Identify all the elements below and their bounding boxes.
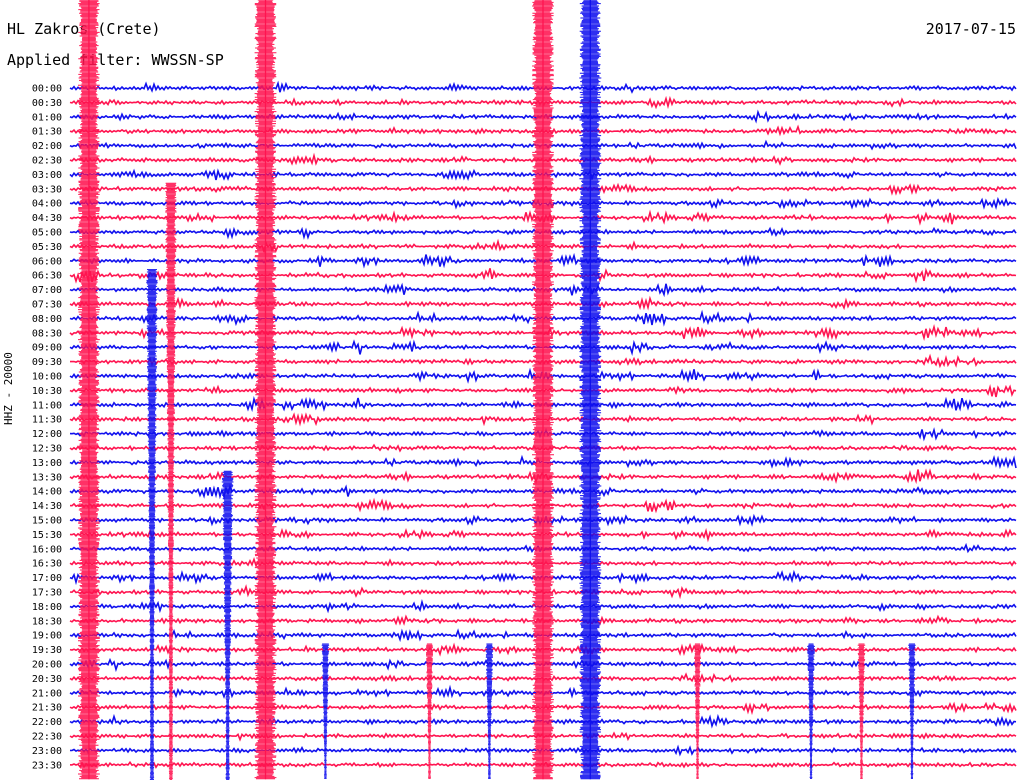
- time-tick-label: 13:00: [32, 458, 62, 469]
- time-tick-label: 21:30: [32, 703, 62, 714]
- event-waveform: [221, 470, 234, 780]
- event-waveform: [165, 182, 177, 780]
- time-tick-label: 00:30: [32, 98, 62, 109]
- time-tick-label: 08:00: [32, 314, 62, 325]
- event-waveform: [146, 269, 158, 780]
- time-tick-label: 22:30: [32, 732, 62, 743]
- time-tick-label: 12:00: [32, 429, 62, 440]
- time-tick-label: 11:30: [32, 415, 62, 426]
- time-tick-label: 17:30: [32, 588, 62, 599]
- time-tick-label: 15:00: [32, 516, 62, 527]
- event-waveform: [857, 643, 866, 779]
- time-tick-label: 06:30: [32, 271, 62, 282]
- time-tick-label: 18:00: [32, 602, 62, 613]
- event-waveform: [807, 643, 815, 779]
- time-tick-label: 02:30: [32, 156, 62, 167]
- time-tick-label: 06:00: [32, 256, 62, 267]
- time-tick-label: 17:00: [32, 573, 62, 584]
- time-tick-label: 23:00: [32, 746, 62, 757]
- time-tick-label: 11:00: [32, 400, 62, 411]
- time-tick-label: 01:00: [32, 112, 62, 123]
- time-tick-label: 13:30: [32, 472, 62, 483]
- time-tick-label: 20:30: [32, 674, 62, 685]
- time-tick-label: 18:30: [32, 616, 62, 627]
- time-tick-label: 14:30: [32, 501, 62, 512]
- time-tick-label: 00:00: [32, 84, 62, 95]
- time-tick-label: 10:30: [32, 386, 62, 397]
- time-tick-label: 05:00: [32, 228, 62, 239]
- time-tick-label: 03:00: [32, 170, 62, 181]
- time-tick-label: 05:30: [32, 242, 62, 253]
- time-tick-label: 07:00: [32, 285, 62, 296]
- time-tick-label: 15:30: [32, 530, 62, 541]
- time-tick-label: 02:00: [32, 141, 62, 152]
- time-tick-label: 21:00: [32, 688, 62, 699]
- time-tick-label: 04:00: [32, 199, 62, 210]
- time-tick-label: 09:00: [32, 343, 62, 354]
- event-waveform: [694, 643, 701, 779]
- time-tick-label: 19:00: [32, 631, 62, 642]
- time-tick-label: 22:00: [32, 717, 62, 728]
- time-tick-label: 04:30: [32, 213, 62, 224]
- event-waveform: [426, 643, 433, 779]
- time-tick-label: 03:30: [32, 184, 62, 195]
- time-tick-label: 10:00: [32, 372, 62, 383]
- time-tick-label: 19:30: [32, 645, 62, 656]
- time-tick-labels: 00:00 00:30 01:00 01:30 02:00 02:30 03:00 03:30…: [32, 84, 62, 772]
- time-tick-label: 20:00: [32, 660, 62, 671]
- time-tick-label: 08:30: [32, 328, 62, 339]
- time-tick-label: 01:30: [32, 127, 62, 138]
- time-tick-label: 14:00: [32, 487, 62, 498]
- helicorder-plot: 00:00 00:30 01:00 01:30 02:00 02:30 03:00 03:30…: [32, 0, 1017, 780]
- time-tick-label: 16:00: [32, 544, 62, 555]
- time-tick-label: 23:30: [32, 760, 62, 771]
- time-tick-label: 16:30: [32, 559, 62, 570]
- event-waveform: [908, 643, 916, 779]
- time-tick-label: 12:30: [32, 444, 62, 455]
- time-tick-label: 09:30: [32, 357, 62, 368]
- time-tick-label: 07:30: [32, 300, 62, 311]
